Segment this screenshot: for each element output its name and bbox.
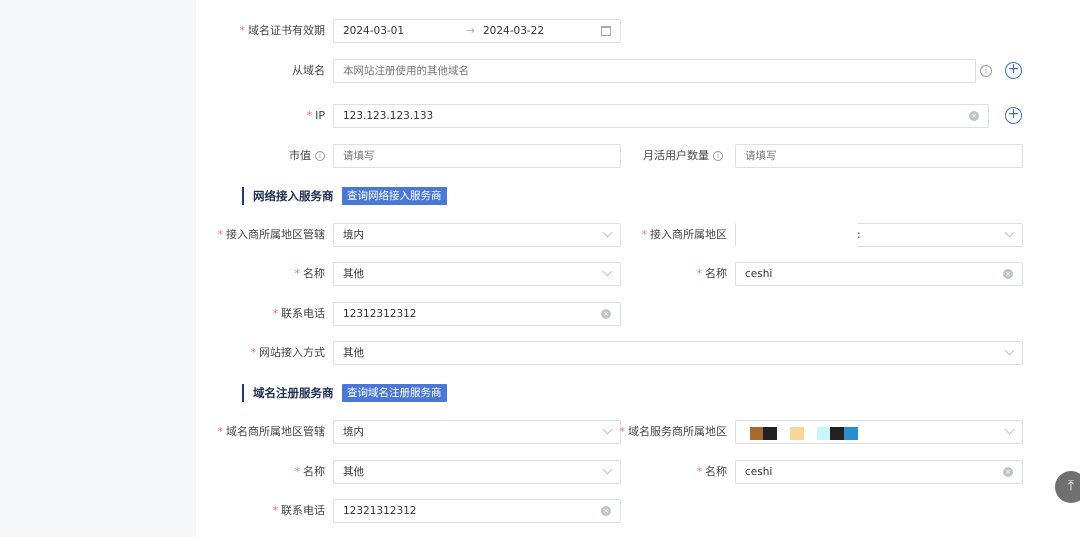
clear-icon[interactable]: ×	[601, 309, 611, 319]
ip-input[interactable]: 123.123.123.133 ×	[333, 104, 989, 128]
region-select[interactable]: :	[735, 223, 1023, 247]
redaction-block	[763, 427, 777, 440]
registrar-name-select[interactable]: 其他	[333, 460, 621, 484]
redaction-block	[790, 427, 804, 440]
selected-value: 其他	[343, 268, 364, 280]
chevron-down-icon	[602, 464, 613, 475]
input-value: 12321312312	[343, 505, 417, 517]
mau-input[interactable]	[735, 144, 1023, 168]
calendar-icon	[601, 26, 611, 36]
start-date[interactable]: 2024-03-01	[343, 25, 404, 37]
name-label: * 名称	[294, 267, 326, 280]
phone-label: * 联系电话	[272, 307, 326, 320]
registrar-region-label: * 域名服务商所属地区	[619, 425, 728, 438]
selected-value: :	[857, 229, 861, 241]
clear-icon[interactable]: ×	[1003, 269, 1013, 279]
plus-circle-icon: +	[1007, 61, 1020, 77]
clear-icon[interactable]: ×	[969, 111, 979, 121]
sub-domain-label: 从域名	[292, 64, 325, 77]
plus-circle-icon: +	[1007, 106, 1020, 122]
selected-value: 境内	[343, 229, 364, 241]
range-separator: →	[466, 25, 475, 37]
market-value-label: 市值 i	[289, 144, 325, 168]
chevron-down-icon	[602, 227, 613, 238]
section-title: 域名注册服务商	[242, 384, 334, 402]
ip-value: 123.123.123.133	[343, 110, 434, 122]
query-registrar-button[interactable]: 查询域名注册服务商	[342, 384, 447, 402]
region-label: * 接入商所属地区	[641, 228, 728, 241]
registrar-phone-input[interactable]: 12321312312 ×	[333, 499, 621, 523]
registrar-region-admin-select[interactable]: 境内	[333, 420, 621, 444]
registrar-name-input[interactable]: ceshi ×	[735, 460, 1023, 484]
back-to-top-button[interactable]: ⤒	[1055, 471, 1080, 503]
chevron-down-icon	[602, 424, 613, 435]
mau-label: 月活用户数量 i	[643, 144, 723, 168]
registrar-phone-label: * 联系电话	[272, 504, 326, 517]
add-sub-domain-button[interactable]: +	[1005, 62, 1022, 79]
ip-label: * IP	[306, 109, 325, 122]
market-value-input[interactable]	[333, 144, 621, 168]
chevron-down-icon	[602, 266, 613, 277]
back-to-top-icon: ⤒	[1067, 478, 1075, 494]
name-label: * 名称	[696, 267, 728, 280]
cert-validity-label: * 域名证书有效期	[239, 24, 326, 37]
selected-value: 其他	[343, 347, 364, 359]
info-circle-icon[interactable]: i	[980, 65, 992, 77]
chevron-down-icon	[1004, 345, 1015, 356]
sub-domain-input[interactable]	[333, 59, 976, 83]
access-method-select[interactable]: 其他	[333, 341, 1023, 365]
input-value: 12312312312	[343, 308, 417, 320]
registrar-region-select[interactable]	[735, 420, 1023, 444]
name-input[interactable]: ceshi ×	[735, 262, 1023, 286]
input-value: ceshi	[745, 466, 773, 478]
selected-value: 其他	[343, 466, 364, 478]
region-admin-select[interactable]: 境内	[333, 223, 621, 247]
info-circle-icon[interactable]: i	[315, 151, 325, 161]
info-circle-icon[interactable]: i	[713, 151, 723, 161]
cert-validity-range[interactable]: 2024-03-01 → 2024-03-22	[333, 19, 621, 43]
registrar-name-label: * 名称	[696, 465, 728, 478]
input-value: ceshi	[745, 268, 773, 280]
section-title: 网络接入服务商	[242, 187, 334, 205]
redaction-block	[844, 427, 858, 440]
name-select[interactable]: 其他	[333, 262, 621, 286]
chevron-down-icon	[1004, 227, 1015, 238]
sidebar	[0, 0, 196, 537]
redaction	[736, 223, 858, 247]
add-ip-button[interactable]: +	[1005, 107, 1022, 124]
redaction-block	[817, 427, 831, 440]
region-admin-label: * 接入商所属地区管辖	[217, 228, 326, 241]
redaction-block	[750, 427, 764, 440]
end-date[interactable]: 2024-03-22	[483, 20, 544, 42]
registrar-region-admin-label: * 域名商所属地区管辖	[217, 425, 326, 438]
selected-value: 境内	[343, 426, 364, 438]
chevron-down-icon	[1004, 424, 1015, 435]
phone-input[interactable]: 12312312312 ×	[333, 302, 621, 326]
query-network-provider-button[interactable]: 查询网络接入服务商	[342, 187, 447, 205]
clear-icon[interactable]: ×	[1003, 467, 1013, 477]
registrar-name-label: * 名称	[294, 465, 326, 478]
redaction-block	[830, 427, 844, 440]
clear-icon[interactable]: ×	[601, 506, 611, 516]
access-method-label: * 网站接入方式	[250, 346, 326, 359]
